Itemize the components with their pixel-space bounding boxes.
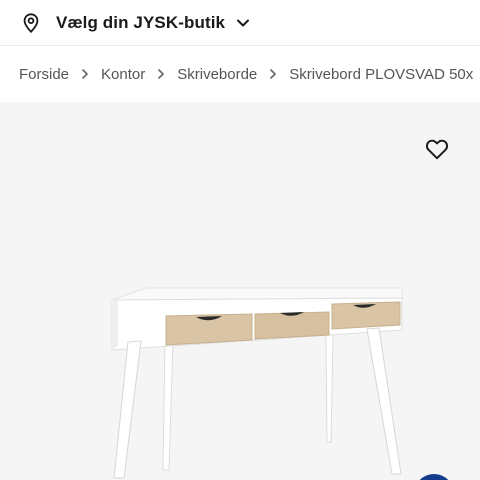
breadcrumb-item-skriveborde[interactable]: Skriveborde (177, 66, 257, 83)
breadcrumb: Forside Kontor Skriveborde Skrivebord PL… (0, 46, 480, 102)
breadcrumb-item-kontor[interactable]: Kontor (101, 66, 145, 83)
product-image-desk (111, 287, 403, 479)
breadcrumb-item-forside[interactable]: Forside (19, 66, 69, 83)
store-selector[interactable]: Vælg din JYSK-butik (0, 0, 480, 46)
chevron-right-icon (158, 69, 165, 79)
breadcrumb-item-current: Skrivebord PLOVSVAD 50x (289, 65, 474, 83)
chevron-right-icon (82, 69, 88, 79)
chevron-right-icon (270, 69, 277, 79)
store-selector-label: Vælg din JYSK-butik (56, 12, 226, 32)
chevron-down-icon (237, 19, 250, 26)
location-pin-icon (23, 12, 39, 33)
heart-outline-icon[interactable] (424, 136, 450, 162)
